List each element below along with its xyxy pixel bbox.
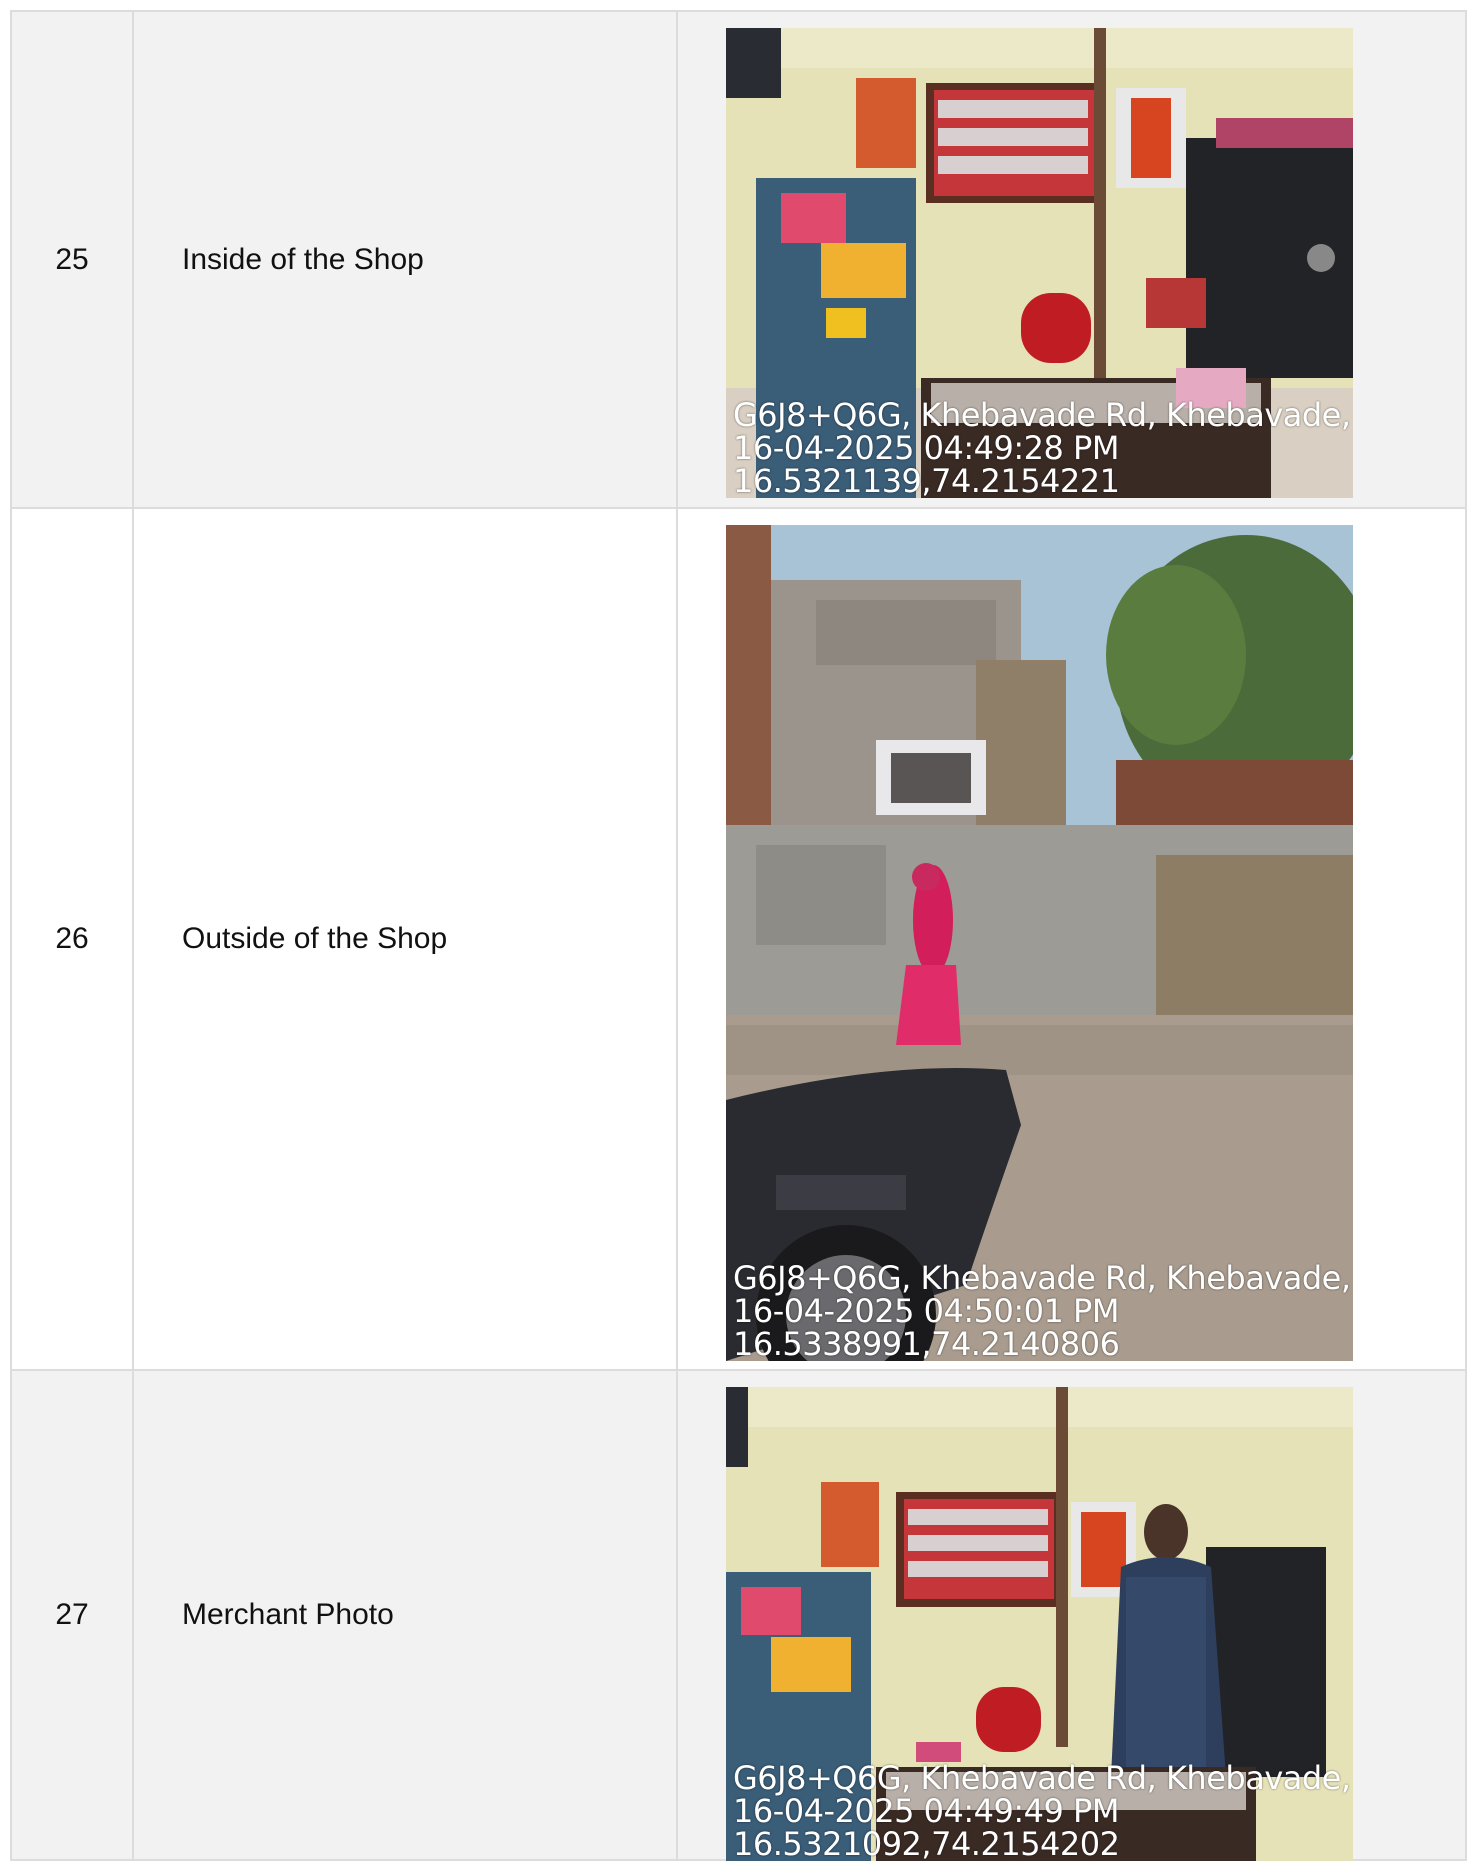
row-label: Outside of the Shop <box>132 507 678 1371</box>
row-label: Inside of the Shop <box>132 10 678 509</box>
geotag-address: G6J8+Q6G, Khebavade Rd, Khebavade, M <box>733 1259 1353 1297</box>
photo-evidence-table: 25 Inside of the Shop G6J8+Q6G, Khebavad… <box>10 10 1467 1861</box>
table-row: 25 Inside of the Shop G6J8+Q6G, Khebavad… <box>10 10 1467 509</box>
photo-cell: G6J8+Q6G, Khebavade Rd, Khebavade, M 16-… <box>676 1369 1467 1861</box>
row-number: 27 <box>10 1369 134 1861</box>
geotag-datetime: 16-04-2025 04:49:49 PM <box>733 1792 1119 1830</box>
table-row: 27 Merchant Photo G6J8+Q6G, Khebavade Rd… <box>10 1369 1467 1861</box>
row-number: 25 <box>10 10 134 509</box>
photo-cell: G6J8+Q6G, Khebavade Rd, Khebavade, M 16-… <box>676 507 1467 1371</box>
geotag-coordinates: 16.5338991,74.2140806 <box>733 1325 1120 1361</box>
table-row: 26 Outside of the Shop G6J8+Q6G, Khebava… <box>10 507 1467 1371</box>
shop-interior-photo: G6J8+Q6G, Khebavade Rd, Khebavade, M 16-… <box>726 28 1353 498</box>
shop-exterior-image <box>726 525 1353 1361</box>
geotag-overlay: G6J8+Q6G, Khebavade Rd, Khebavade, M 16-… <box>733 1262 1353 1361</box>
geotag-coordinates: 16.5321139,74.2154221 <box>733 462 1120 498</box>
geotag-datetime: 16-04-2025 04:50:01 PM <box>733 1292 1119 1330</box>
row-label: Merchant Photo <box>132 1369 678 1861</box>
photo-cell: G6J8+Q6G, Khebavade Rd, Khebavade, M 16-… <box>676 10 1467 509</box>
shop-exterior-photo: G6J8+Q6G, Khebavade Rd, Khebavade, M 16-… <box>726 525 1353 1361</box>
geotag-overlay: G6J8+Q6G, Khebavade Rd, Khebavade, M 16-… <box>733 1762 1353 1861</box>
geotag-address: G6J8+Q6G, Khebavade Rd, Khebavade, M <box>733 1759 1353 1797</box>
geotag-datetime: 16-04-2025 04:49:28 PM <box>733 429 1119 467</box>
merchant-photo: G6J8+Q6G, Khebavade Rd, Khebavade, M 16-… <box>726 1387 1353 1861</box>
row-number: 26 <box>10 507 134 1371</box>
geotag-overlay: G6J8+Q6G, Khebavade Rd, Khebavade, M 16-… <box>733 399 1353 498</box>
geotag-address: G6J8+Q6G, Khebavade Rd, Khebavade, M <box>733 396 1353 434</box>
geotag-coordinates: 16.5321092,74.2154202 <box>733 1825 1120 1861</box>
